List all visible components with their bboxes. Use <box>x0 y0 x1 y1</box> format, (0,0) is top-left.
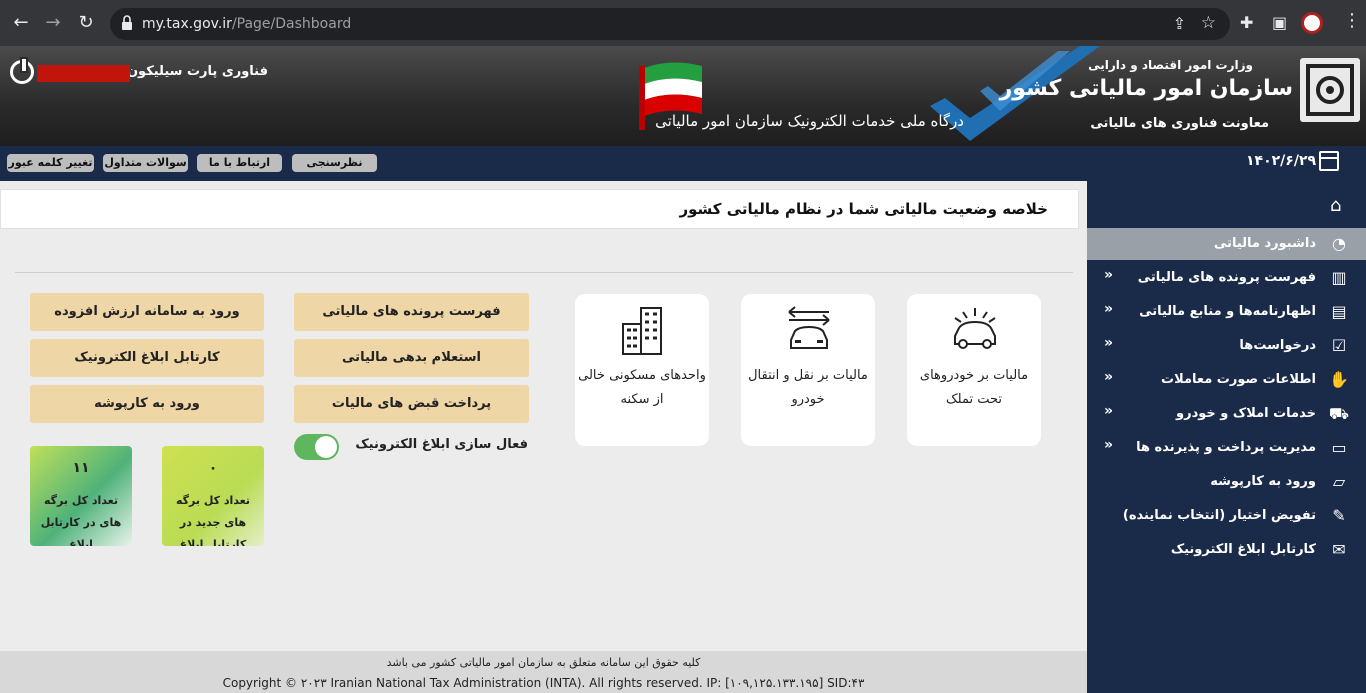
sidebar-item-label: خدمات املاک و خودرو <box>1176 406 1316 421</box>
page-title-bar: خلاصه وضعیت مالیاتی شما در نظام مالیاتی … <box>0 189 1079 229</box>
sidebar-item-label: داشبورد مالیاتی <box>1213 236 1316 251</box>
sidebar: ⌂ داشبورد مالیاتی ◔ » فهرست پرونده های م… <box>1087 181 1366 693</box>
sidebar-item-transactions[interactable]: » اطلاعات صورت معاملات ✋ <box>1087 364 1366 396</box>
chevron-left-icon: » <box>1104 267 1114 283</box>
reload-icon[interactable]: ↻ <box>75 12 97 34</box>
sidebar-item-label: اطلاعات صورت معاملات <box>1161 372 1316 387</box>
ministry-name: وزارت امور اقتصاد و دارایی <box>1088 58 1253 72</box>
bookmark-star-icon[interactable]: ☆ <box>1201 13 1216 33</box>
sidebar-item-payments[interactable]: » مدیریت پرداخت و پذیرنده ها ▭ <box>1087 432 1366 464</box>
card-label: مالیات بر خودروهای تحت تملک <box>919 368 1029 407</box>
redacted-block <box>37 65 130 82</box>
sidebar-item-label: تفویض اختیار (انتخاب نماینده) <box>1122 508 1316 523</box>
card-vehicle-transfer[interactable]: مالیات بر نقل و انتقال خودرو <box>741 294 875 446</box>
footer-rights: کلیه حقوق این سامانه متعلق به سازمان امو… <box>386 656 701 669</box>
pay-bills-button[interactable]: پرداخت قبض های مالیات <box>294 385 529 423</box>
browser-menu-icon[interactable]: ⋮ <box>1343 10 1361 31</box>
back-icon[interactable]: ← <box>10 12 32 34</box>
sidebar-item-label: ورود به کارپوشه <box>1210 474 1316 489</box>
card-icon: ▭ <box>1331 438 1347 457</box>
delegate-icon: ✎ <box>1332 506 1346 525</box>
survey-button[interactable]: نظرسنجی <box>292 154 377 172</box>
page-title: خلاصه وضعیت مالیاتی شما در نظام مالیاتی … <box>679 200 1048 218</box>
workfolder-button[interactable]: ورود به کارپوشه <box>30 385 264 423</box>
stat-label: تعداد کل برگه های جدید در کارتابل ابلاغ <box>175 494 251 546</box>
top-action-bar: نظرسنجی ارتباط با ما سوالات متداول تغییر… <box>0 146 1366 181</box>
card-vacant-units[interactable]: واحدهای مسکونی خالی از سکنه <box>575 294 709 446</box>
forward-icon[interactable]: → <box>42 12 64 34</box>
sidebar-item-label: مدیریت پرداخت و پذیرنده ها <box>1136 440 1316 455</box>
e-notice-button[interactable]: کارتابل ابلاغ الکترونیک <box>30 339 264 377</box>
lock-icon <box>122 15 132 30</box>
chevron-left-icon: » <box>1104 369 1114 385</box>
sidebar-item-tax-files[interactable]: » فهرست پرونده های مالیاتی ▥ <box>1087 262 1366 294</box>
stat-total-sheets: ۱۱ تعداد کل برگه های در کارتابل ابلاغ <box>30 446 132 546</box>
calendar-icon <box>1319 151 1339 171</box>
main-content: خلاصه وضعیت مالیاتی شما در نظام مالیاتی … <box>0 181 1087 651</box>
car-transfer-icon <box>788 306 830 349</box>
debt-inquiry-button[interactable]: استعلام بدهی مالیاتی <box>294 339 529 377</box>
chevron-left-icon: » <box>1104 437 1114 453</box>
sidebar-item-label: درخواست‌ها <box>1239 338 1316 353</box>
card-label: مالیات بر نقل و انتقال خودرو <box>748 368 868 407</box>
mail-icon: ✉ <box>1332 540 1346 559</box>
sidebar-item-dashboard[interactable]: داشبورد مالیاتی ◔ <box>1087 228 1366 260</box>
sidebar-item-workfolder[interactable]: ورود به کارپوشه ▱ <box>1087 466 1366 498</box>
sidepanel-icon[interactable]: ▣ <box>1272 13 1287 32</box>
faq-button[interactable]: سوالات متداول <box>103 154 188 172</box>
current-date: ۱۴۰۲/۶/۲۹ <box>1246 153 1317 169</box>
share-icon[interactable]: ⇪ <box>1173 14 1186 33</box>
footer-copyright: Copyright © ۲۰۲۳ Iranian National Tax Ad… <box>222 676 865 690</box>
org-name: سازمان امور مالیاتی کشور <box>999 76 1293 101</box>
profile-avatar[interactable] <box>1301 12 1323 34</box>
stat-value: ۱۱ <box>72 460 90 476</box>
contact-button[interactable]: ارتباط با ما <box>197 154 282 172</box>
tax-files-button[interactable]: فهرست پرونده های مالیاتی <box>294 293 529 331</box>
car-icon: ⛟ <box>1328 404 1350 423</box>
portal-title: درگاه ملی خدمات الکترونیک سازمان امور ما… <box>655 112 964 130</box>
home-icon[interactable]: ⌂ <box>1330 195 1341 216</box>
page-footer: کلیه حقوق این سامانه متعلق به سازمان امو… <box>0 651 1087 693</box>
tax-logo-icon <box>1300 58 1360 122</box>
e-notice-toggle[interactable] <box>294 434 339 460</box>
document-icon: ▤ <box>1331 302 1347 321</box>
files-icon: ▥ <box>1331 268 1347 287</box>
checklist-icon: ☑ <box>1331 336 1347 355</box>
card-vehicle-tax[interactable]: مالیات بر خودروهای تحت تملک <box>907 294 1041 446</box>
building-icon <box>622 307 662 355</box>
address-bar[interactable]: my.tax.gov.ir/Page/Dashboard ⇪ ☆ <box>110 8 1230 40</box>
chevron-left-icon: » <box>1104 403 1114 419</box>
power-logout-icon[interactable] <box>10 57 34 84</box>
stat-value: ۰ <box>208 460 218 476</box>
url-text: my.tax.gov.ir/Page/Dashboard <box>142 16 352 32</box>
car-tax-icon <box>954 308 996 349</box>
sidebar-item-label: فهرست پرونده های مالیاتی <box>1137 270 1316 285</box>
sidebar-item-delegation[interactable]: تفویض اختیار (انتخاب نماینده) ✎ <box>1087 500 1366 532</box>
sidebar-item-label: کارتابل ابلاغ الکترونیک <box>1170 542 1316 557</box>
divider <box>15 272 1073 273</box>
browser-chrome: ← → ↻ my.tax.gov.ir/Page/Dashboard ⇪ ☆ ✚… <box>0 0 1366 46</box>
sidebar-item-e-notice[interactable]: کارتابل ابلاغ الکترونیک ✉ <box>1087 534 1366 566</box>
sidebar-item-declarations[interactable]: » اظهارنامه‌ها و منابع مالیاتی ▤ <box>1087 296 1366 328</box>
chevron-left-icon: » <box>1104 301 1114 317</box>
change-password-button[interactable]: تغییر کلمه عبور <box>7 154 94 172</box>
card-label: واحدهای مسکونی خالی از سکنه <box>578 368 706 407</box>
sidebar-item-requests[interactable]: » درخواست‌ها ☑ <box>1087 330 1366 362</box>
site-header: وزارت امور اقتصاد و دارایی سازمان امور م… <box>0 46 1366 146</box>
handshake-icon: ✋ <box>1329 370 1349 389</box>
org-subtitle: معاونت فناوری های مالیاتی <box>1090 116 1269 131</box>
vat-system-button[interactable]: ورود به سامانه ارزش افزوده <box>30 293 264 331</box>
extensions-icon[interactable]: ✚ <box>1240 13 1253 32</box>
sidebar-item-label: اظهارنامه‌ها و منابع مالیاتی <box>1139 304 1316 319</box>
stat-new-sheets: ۰ تعداد کل برگه های جدید در کارتابل ابلا… <box>162 446 264 546</box>
toggle-label: فعال سازی ابلاغ الکترونیک <box>355 437 528 452</box>
folder-icon: ▱ <box>1332 472 1346 491</box>
sidebar-item-property-vehicle[interactable]: » خدمات املاک و خودرو ⛟ <box>1087 398 1366 430</box>
stat-label: تعداد کل برگه های در کارتابل ابلاغ <box>40 494 122 546</box>
dashboard-icon: ◔ <box>1332 234 1346 253</box>
chevron-left-icon: » <box>1104 335 1114 351</box>
